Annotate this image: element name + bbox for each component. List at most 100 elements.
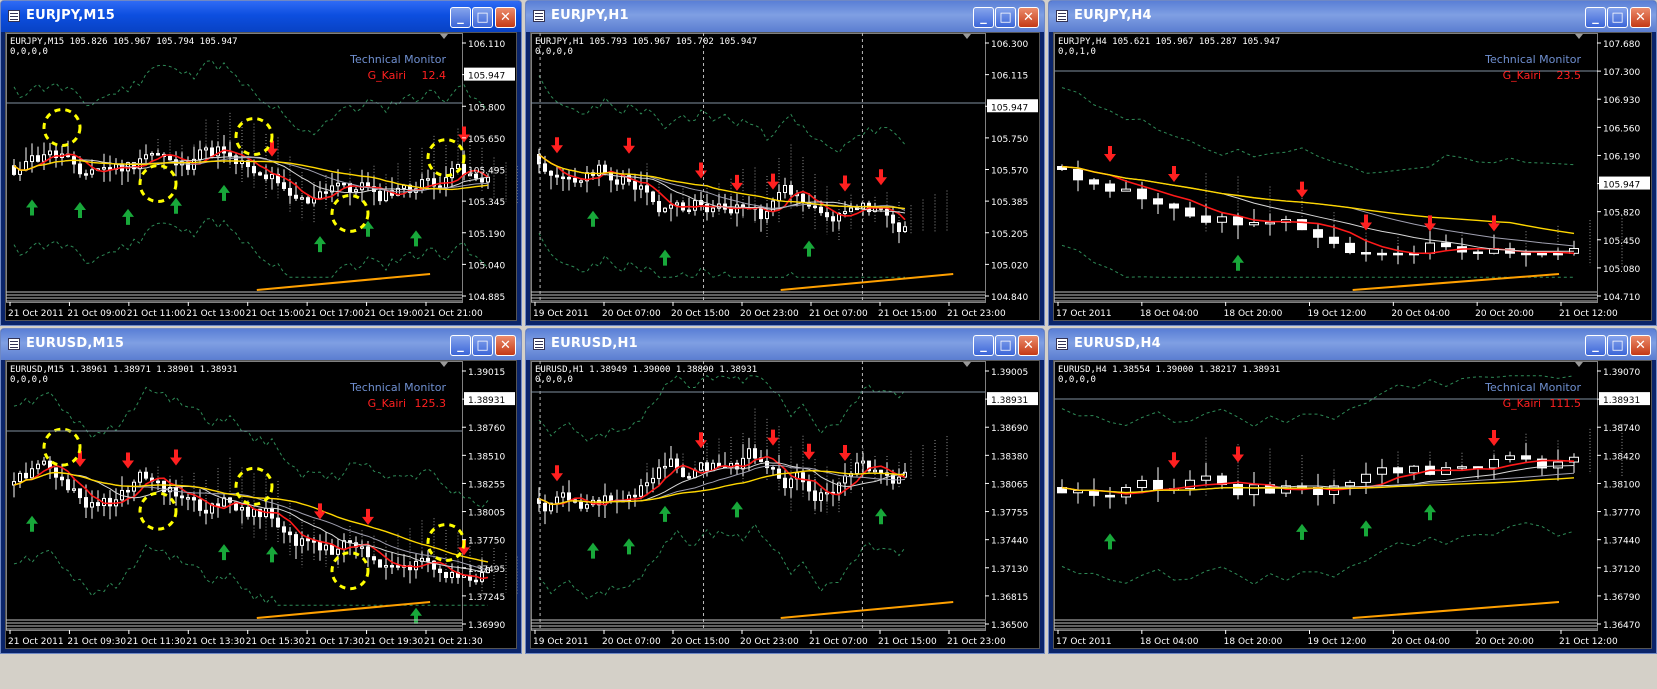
close-button[interactable]: ✕: [1630, 335, 1651, 356]
legend-g-kairi-value: 111.5: [1550, 397, 1582, 410]
minimize-button[interactable]: _: [973, 335, 994, 356]
price-chart[interactable]: EURUSD,H1 1.38949 1.39000 1.38890 1.3893…: [531, 361, 1041, 650]
price-axis-label: 1.37130: [991, 565, 1028, 575]
maximize-button[interactable]: □: [995, 7, 1016, 28]
chart-area[interactable]: EURUSD,H4 1.38554 1.39000 1.38217 1.3893…: [1053, 360, 1652, 649]
window-titlebar[interactable]: EURUSD,H1 _ □ ✕: [526, 329, 1044, 360]
time-axis-label: 21 Oct 15:30: [246, 637, 305, 647]
sell-arrow-icon: [1296, 181, 1308, 198]
chart-area[interactable]: EURJPY,H4 105.621 105.967 105.287 105.94…: [1053, 32, 1652, 321]
price-axis-label: 105.040: [468, 261, 505, 271]
maximize-button[interactable]: □: [472, 7, 493, 28]
indicator-values: 0,0,0,0: [535, 47, 573, 57]
legend-g-kairi-value: 23.5: [1557, 69, 1582, 82]
legend-g-kairi: G_Kairi: [1503, 69, 1541, 82]
price-axis-label: 1.38065: [991, 480, 1028, 490]
buy-arrow-icon: [266, 546, 278, 563]
minimize-button[interactable]: _: [1585, 335, 1606, 356]
time-axis-label: 20 Oct 23:00: [740, 637, 799, 647]
maximize-button[interactable]: □: [1607, 7, 1628, 28]
time-axis-label: 21 Oct 21:00: [424, 309, 483, 319]
price-axis-label: 105.750: [991, 135, 1028, 145]
symbol-info: EURUSD,H4 1.38554 1.39000 1.38217 1.3893…: [1058, 365, 1280, 375]
indicator-strip: [531, 619, 985, 630]
price-chart[interactable]: EURJPY,M15 105.826 105.967 105.794 105.9…: [6, 33, 518, 322]
minimize-button[interactable]: _: [1585, 7, 1606, 28]
time-axis-label: 20 Oct 15:00: [671, 637, 730, 647]
close-button[interactable]: ✕: [495, 7, 516, 28]
price-axis-label: 106.560: [1603, 124, 1640, 134]
time-axis-label: 20 Oct 07:00: [602, 637, 661, 647]
indicator-values: 0,0,1,0: [1058, 47, 1096, 57]
long-ma-line: [1352, 601, 1560, 619]
close-button[interactable]: ✕: [1630, 7, 1651, 28]
window-title: EURJPY,M15: [26, 8, 116, 23]
sell-arrow-icon: [839, 175, 851, 192]
close-button[interactable]: ✕: [1018, 7, 1039, 28]
bollinger-lower: [13, 544, 488, 606]
price-axis-label: 1.37755: [991, 509, 1028, 519]
buy-arrow-icon: [74, 201, 86, 218]
price-chart[interactable]: EURJPY,H1 105.793 105.967 105.702 105.94…: [531, 33, 1041, 322]
highlight-circle: [42, 427, 82, 467]
chart-area[interactable]: EURUSD,H1 1.38949 1.39000 1.38890 1.3893…: [530, 360, 1040, 649]
window-titlebar[interactable]: EURUSD,H4 _ □ ✕: [1049, 329, 1656, 360]
price-axis-label: 105.820: [1603, 209, 1640, 219]
price-axis-label: 105.345: [468, 198, 505, 208]
sell-arrow-icon: [875, 169, 887, 186]
buy-arrow-icon: [659, 505, 671, 522]
sell-arrow-icon: [314, 503, 326, 520]
bollinger-lower: [538, 233, 905, 278]
chart-area[interactable]: EURUSD,M15 1.38961 1.38971 1.38901 1.389…: [5, 360, 518, 650]
chart-window[interactable]: EURUSD,H1 _ □ ✕ EURUSD,H1 1.38949 1.3900…: [525, 328, 1045, 654]
window-titlebar[interactable]: EURJPY,H1 _ □ ✕: [526, 1, 1044, 32]
time-axis-label: 20 Oct 23:00: [740, 309, 799, 319]
close-button[interactable]: ✕: [1018, 335, 1039, 356]
time-axis-label: 20 Oct 04:00: [1391, 309, 1450, 319]
price-axis-label: 1.38760: [468, 424, 505, 434]
legend-technical-monitor: Technical Monitor: [349, 381, 446, 394]
sell-arrow-icon: [1488, 429, 1500, 446]
minimize-button[interactable]: _: [450, 7, 471, 28]
buy-arrow-icon: [1104, 533, 1116, 550]
price-axis-label: 104.840: [991, 293, 1028, 303]
legend-technical-monitor: Technical Monitor: [349, 53, 446, 66]
window-title: EURUSD,H4: [1074, 336, 1161, 351]
window-titlebar[interactable]: EURJPY,H4 _ □ ✕: [1049, 1, 1656, 32]
chart-window-icon: [1056, 338, 1068, 350]
chart-area[interactable]: EURJPY,H1 105.793 105.967 105.702 105.94…: [530, 32, 1040, 321]
maximize-button[interactable]: □: [995, 335, 1016, 356]
buy-arrow-icon: [170, 197, 182, 214]
price-axis-label: 105.450: [1603, 237, 1640, 247]
window-titlebar[interactable]: EURUSD,M15 _ □ ✕: [1, 329, 521, 360]
buy-arrow-icon: [1232, 254, 1244, 271]
close-button[interactable]: ✕: [495, 335, 516, 356]
time-axis-label: 21 Oct 23:00: [947, 637, 1006, 647]
sell-arrow-icon: [767, 173, 779, 190]
chart-window[interactable]: EURJPY,M15 _ □ ✕ EURJPY,M15 105.826 105.…: [0, 0, 522, 326]
time-axis-label: 21 Oct 15:00: [878, 309, 937, 319]
window-title: EURUSD,M15: [26, 336, 125, 351]
chart-window-icon: [533, 338, 545, 350]
minimize-button[interactable]: _: [973, 7, 994, 28]
price-chart[interactable]: EURUSD,M15 1.38961 1.38971 1.38901 1.389…: [6, 361, 518, 650]
price-chart[interactable]: EURUSD,H4 1.38554 1.39000 1.38217 1.3893…: [1054, 361, 1653, 650]
time-axis-label: 21 Oct 23:00: [947, 309, 1006, 319]
price-chart[interactable]: EURJPY,H4 105.621 105.967 105.287 105.94…: [1054, 33, 1653, 322]
window-titlebar[interactable]: EURJPY,M15 _ □ ✕: [1, 1, 521, 32]
time-axis-label: 21 Oct 19:30: [365, 637, 424, 647]
sell-arrow-icon: [1488, 215, 1500, 232]
chart-window[interactable]: EURUSD,H4 _ □ ✕ EURUSD,H4 1.38554 1.3900…: [1048, 328, 1657, 654]
minimize-button[interactable]: _: [450, 335, 471, 356]
maximize-button[interactable]: □: [1607, 335, 1628, 356]
chart-window[interactable]: EURUSD,M15 _ □ ✕ EURUSD,M15 1.38961 1.38…: [0, 328, 522, 654]
indicator-strip: [531, 291, 985, 302]
indicator-values: 0,0,0,0: [535, 375, 573, 385]
chart-window[interactable]: EURJPY,H1 _ □ ✕ EURJPY,H1 105.793 105.96…: [525, 0, 1045, 326]
chart-window[interactable]: EURJPY,H4 _ □ ✕ EURJPY,H4 105.621 105.96…: [1048, 0, 1657, 326]
chart-area[interactable]: EURJPY,M15 105.826 105.967 105.794 105.9…: [5, 32, 518, 322]
bollinger-upper: [1061, 87, 1575, 174]
maximize-button[interactable]: □: [472, 335, 493, 356]
buy-arrow-icon: [623, 538, 635, 555]
time-axis-label: 19 Oct 2011: [533, 309, 589, 319]
